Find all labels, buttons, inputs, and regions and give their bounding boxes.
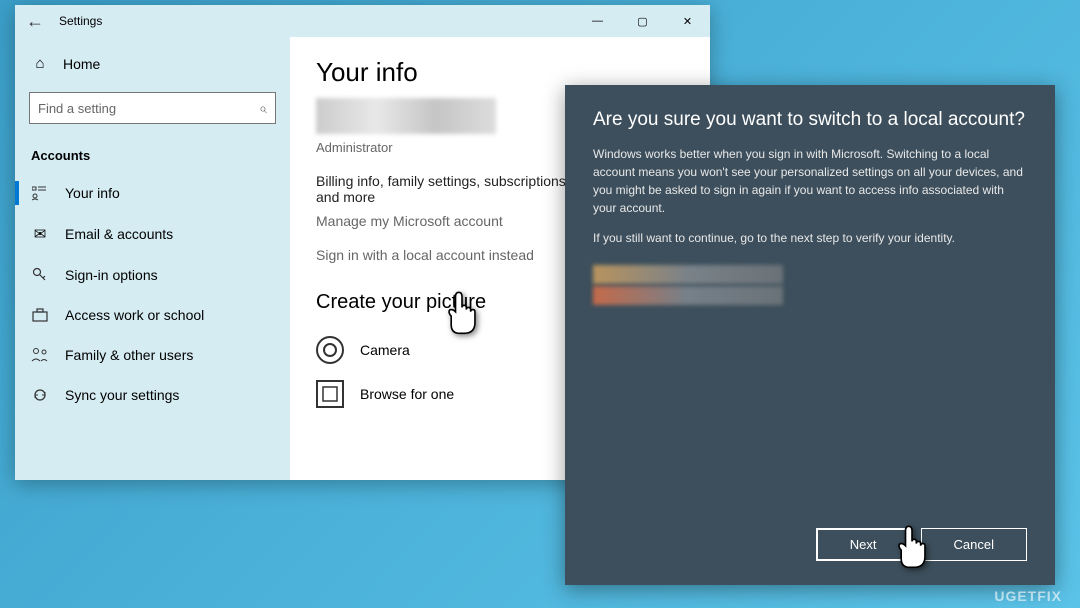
section-label: Accounts bbox=[15, 134, 290, 173]
home-icon: ⌂ bbox=[31, 55, 49, 72]
sidebar-item-label: Family & other users bbox=[65, 347, 193, 363]
page-title: Your info bbox=[316, 57, 684, 88]
family-icon bbox=[31, 347, 49, 363]
person-icon bbox=[31, 185, 49, 201]
sidebar-item-family[interactable]: Family & other users bbox=[15, 335, 290, 375]
maximize-button[interactable]: ▢ bbox=[620, 5, 665, 37]
dialog-title: Are you sure you want to switch to a loc… bbox=[593, 109, 1027, 131]
sidebar-item-label: Access work or school bbox=[65, 307, 204, 323]
dialog-body-2: If you still want to continue, go to the… bbox=[593, 229, 1027, 247]
sync-icon bbox=[31, 387, 49, 403]
search-input[interactable]: Find a setting ⌕ bbox=[29, 92, 276, 124]
browse-icon bbox=[316, 380, 344, 408]
camera-label: Camera bbox=[360, 342, 410, 358]
browse-label: Browse for one bbox=[360, 386, 454, 402]
sidebar-item-label: Your info bbox=[65, 185, 120, 201]
sidebar-item-label: Email & accounts bbox=[65, 226, 173, 242]
dialog-user-redacted bbox=[593, 265, 783, 305]
switch-account-dialog: Are you sure you want to switch to a loc… bbox=[565, 85, 1055, 585]
dialog-body-1: Windows works better when you sign in wi… bbox=[593, 145, 1027, 217]
sidebar-item-label: Sync your settings bbox=[65, 387, 179, 403]
briefcase-icon bbox=[31, 307, 49, 323]
minimize-button[interactable]: — bbox=[575, 5, 620, 37]
titlebar: ← Settings — ▢ ✕ bbox=[15, 5, 710, 37]
cursor-pointer-icon bbox=[890, 522, 934, 576]
sidebar-item-email[interactable]: ✉ Email & accounts bbox=[15, 213, 290, 255]
sidebar-item-label: Sign-in options bbox=[65, 267, 158, 283]
sidebar-item-your-info[interactable]: Your info bbox=[15, 173, 290, 213]
dialog-buttons: Next Cancel bbox=[593, 528, 1027, 561]
back-button[interactable]: ← bbox=[15, 11, 55, 32]
sidebar: ⌂ Home Find a setting ⌕ Accounts Your in… bbox=[15, 37, 290, 480]
home-link[interactable]: ⌂ Home bbox=[15, 45, 290, 82]
sidebar-item-signin[interactable]: Sign-in options bbox=[15, 255, 290, 295]
cancel-button[interactable]: Cancel bbox=[921, 528, 1027, 561]
close-button[interactable]: ✕ bbox=[665, 5, 710, 37]
watermark: UGETFIX bbox=[994, 588, 1062, 604]
search-placeholder: Find a setting bbox=[38, 101, 116, 116]
cursor-pointer-icon bbox=[440, 288, 484, 342]
camera-icon bbox=[316, 336, 344, 364]
window-title: Settings bbox=[55, 14, 575, 28]
search-icon: ⌕ bbox=[259, 100, 267, 117]
window-controls: — ▢ ✕ bbox=[575, 5, 710, 37]
sidebar-item-sync[interactable]: Sync your settings bbox=[15, 375, 290, 415]
home-label: Home bbox=[63, 56, 100, 72]
user-name-redacted bbox=[316, 98, 496, 134]
key-icon bbox=[31, 267, 49, 283]
mail-icon: ✉ bbox=[31, 225, 49, 243]
sidebar-item-work[interactable]: Access work or school bbox=[15, 295, 290, 335]
